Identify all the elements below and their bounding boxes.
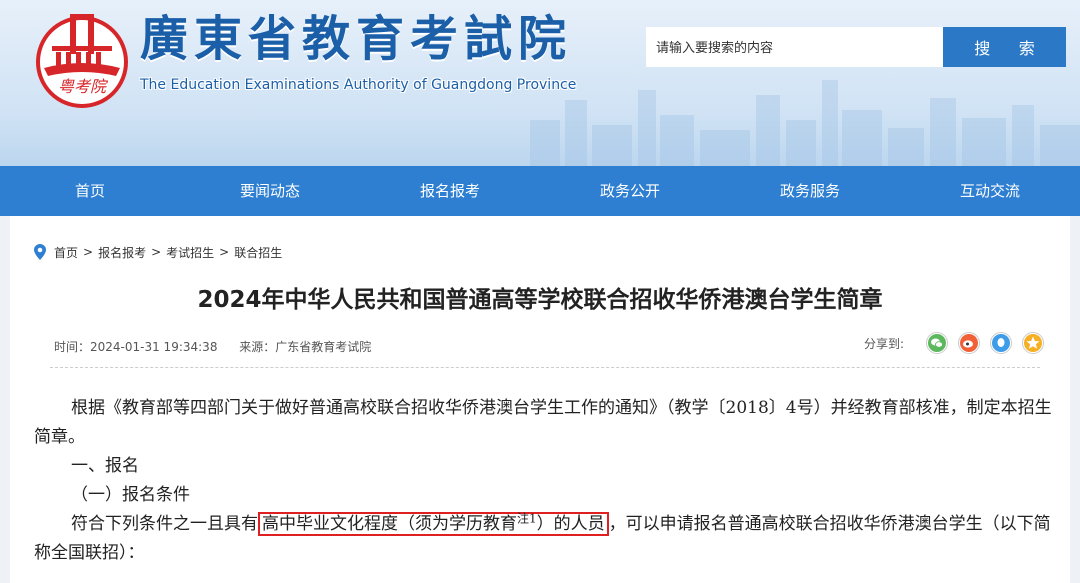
highlight-text: 高中毕业文化程度（须为学历教育 (262, 514, 517, 534)
weibo-icon[interactable] (958, 332, 980, 354)
share-bar: 分享到: (864, 330, 1044, 356)
breadcrumb-joint-admission[interactable]: 联合招生 (234, 244, 282, 261)
nav-item-government-affairs[interactable]: 政务公开 (540, 166, 720, 216)
article-title: 2024年中华人民共和国普通高等学校联合招收华侨港澳台学生简章 (197, 287, 883, 313)
footnote-ref[interactable]: 注1 (517, 511, 537, 525)
city-skyline-decoration (530, 80, 1080, 166)
location-pin-icon (34, 244, 46, 260)
breadcrumb-separator: > (151, 245, 162, 259)
breadcrumb-home[interactable]: 首页 (54, 244, 78, 261)
nav-item-home[interactable]: 首页 (0, 166, 180, 216)
site-header: 粤考院 廣東省教育考試院 The Education Examinations … (0, 0, 1080, 166)
logo-emblem-icon: 粤考院 (36, 14, 128, 108)
nav-item-news[interactable]: 要闻动态 (180, 166, 360, 216)
breadcrumb-registration[interactable]: 报名报考 (98, 244, 146, 261)
emblem-lettering: 粤考院 (58, 77, 109, 96)
site-title-cn: 廣東省教育考試院 (140, 11, 573, 67)
search-input[interactable] (646, 27, 943, 67)
highlighted-requirement: 高中毕业文化程度（须为学历教育注1）的人员 (258, 512, 609, 536)
article-body: 根据《教育部等四部门关于做好普通高校联合招收华侨港澳台学生工作的通知》（教学〔2… (34, 394, 1052, 568)
highlight-text-after: ）的人员 (536, 514, 605, 534)
section-heading: 一、报名 (71, 456, 139, 476)
nav-item-interaction[interactable]: 互动交流 (900, 166, 1080, 216)
paragraph-intro: 根据《教育部等四部门关于做好普通高校联合招收华侨港澳台学生工作的通知》（教学〔2… (34, 398, 1052, 447)
share-label: 分享到: (863, 336, 904, 351)
search-button[interactable]: 搜 索 (943, 27, 1066, 67)
article-source: 来源：广东省教育考试院 (239, 340, 372, 354)
nav-item-registration[interactable]: 报名报考 (360, 166, 540, 216)
breadcrumb-separator: > (83, 245, 94, 259)
subsection-heading: （一）报名条件 (71, 485, 190, 505)
main-nav: 首页 要闻动态 报名报考 政务公开 政务服务 互动交流 (0, 166, 1080, 216)
meta-divider (50, 367, 1040, 368)
qzone-icon[interactable] (1022, 332, 1044, 354)
breadcrumb: 首页 > 报名报考 > 考试招生 > 联合招生 (34, 242, 282, 262)
article-container: 首页 > 报名报考 > 考试招生 > 联合招生 2024年中华人民共和国普通高等… (10, 216, 1070, 583)
wechat-icon[interactable] (926, 332, 948, 354)
qq-icon[interactable] (990, 332, 1012, 354)
paragraph-eligibility: 符合下列条件之一且具有 高中毕业文化程度（须为学历教育注1）的人员 ，可以申请报名普… (34, 510, 1052, 568)
site-title-en: The Education Examinations Authority of … (140, 77, 577, 93)
breadcrumb-exam-admission[interactable]: 考试招生 (166, 244, 214, 261)
article-meta: 时间：2024-01-31 19:34:38 来源：广东省教育考试院 (54, 338, 371, 355)
nav-item-government-services[interactable]: 政务服务 (720, 166, 900, 216)
publish-time: 时间：2024-01-31 19:34:38 (54, 340, 218, 354)
breadcrumb-separator: > (219, 245, 230, 259)
eligibility-text-before: 符合下列条件之一且具有 (71, 514, 258, 534)
